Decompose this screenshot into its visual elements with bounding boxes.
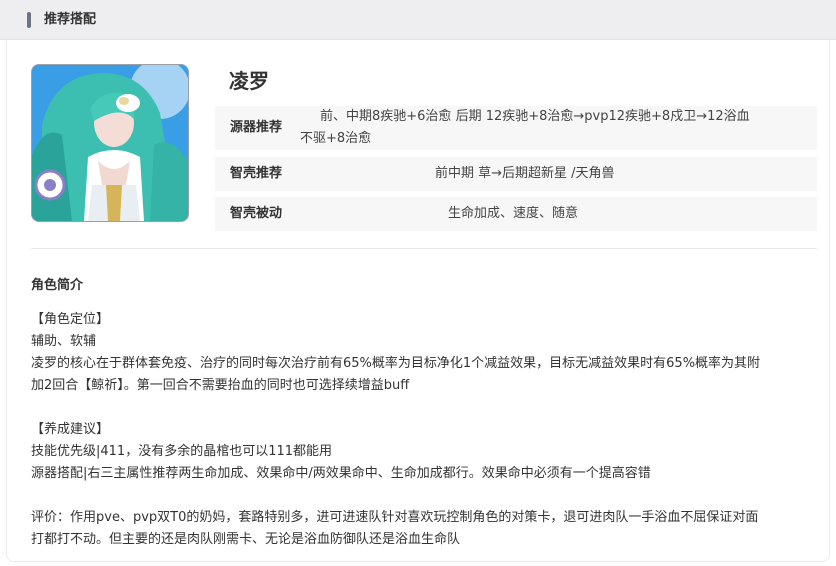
intro-line: 【角色定位】 <box>31 312 110 327</box>
character-portrait-image <box>32 65 188 221</box>
character-portrait <box>31 64 189 222</box>
info-row-value: 前中期 草→后期超新星 /天角兽 <box>435 166 615 181</box>
intro-line: 打都打不动。但主要的还是肉队刚需卡、无论是浴血防御队还是浴血生命队 <box>31 532 461 547</box>
info-row-shell: 智壳推荐 前中期 草→后期超新星 /天角兽 <box>215 157 817 191</box>
section-header: 推荐搭配 <box>0 0 836 40</box>
character-name: 凌罗 <box>229 69 269 93</box>
intro-line: 加2回合【鲸祈】。第一回合不需要抬血的同时也可选择续增益buff <box>31 378 410 393</box>
intro-line: 评价：作用pve、pvp双T0的奶妈，套路特别多，进可进速队针对喜欢玩控制角色的… <box>31 510 759 525</box>
info-row-label: 源器推荐 <box>230 120 283 135</box>
info-row-shell-passive: 智壳被动 生命加成、速度、随意 <box>215 197 817 231</box>
intro-line: 凌罗的核心在于群体套免疫、治疗的同时每次治疗前有65%概率为目标净化1个减益效果… <box>31 356 761 371</box>
info-row-value: 前、中期8疾驰+6治愈 后期 12疾驰+8治愈→pvp12疾驰+8戍卫→12浴血… <box>300 106 750 150</box>
info-row-value-line: 不驱+8治愈 <box>300 131 372 146</box>
info-row-artifact: 源器推荐 前、中期8疾驰+6治愈 后期 12疾驰+8治愈→pvp12疾驰+8戍卫… <box>215 106 817 150</box>
section-title: 推荐搭配 <box>44 12 97 27</box>
divider <box>31 248 817 249</box>
info-row-label: 智壳被动 <box>230 206 283 221</box>
info-row-value: 生命加成、速度、随意 <box>448 206 579 221</box>
info-row-value-line: 前、中期8疾驰+6治愈 后期 12疾驰+8治愈→pvp12疾驰+8戍卫→12浴血 <box>320 109 750 124</box>
info-row-label: 智壳推荐 <box>230 166 283 181</box>
intro-line: 技能优先级|411，没有多余的晶棺也可以111都能用 <box>31 444 333 459</box>
intro-line: 源器搭配|右三主属性推荐两生命加成、效果命中/两效果命中、生命加成都行。效果命中… <box>31 466 651 481</box>
recommended-build-panel: 推荐搭配 凌罗 源器推荐 前、中期8疾驰+6治愈 后期 12疾驰+8治愈→pvp… <box>0 0 836 566</box>
header-accent-bar <box>27 12 31 28</box>
intro-line: 辅助、软辅 <box>31 334 97 349</box>
intro-title: 角色简介 <box>31 278 84 293</box>
intro-line: 【养成建议】 <box>31 422 110 437</box>
